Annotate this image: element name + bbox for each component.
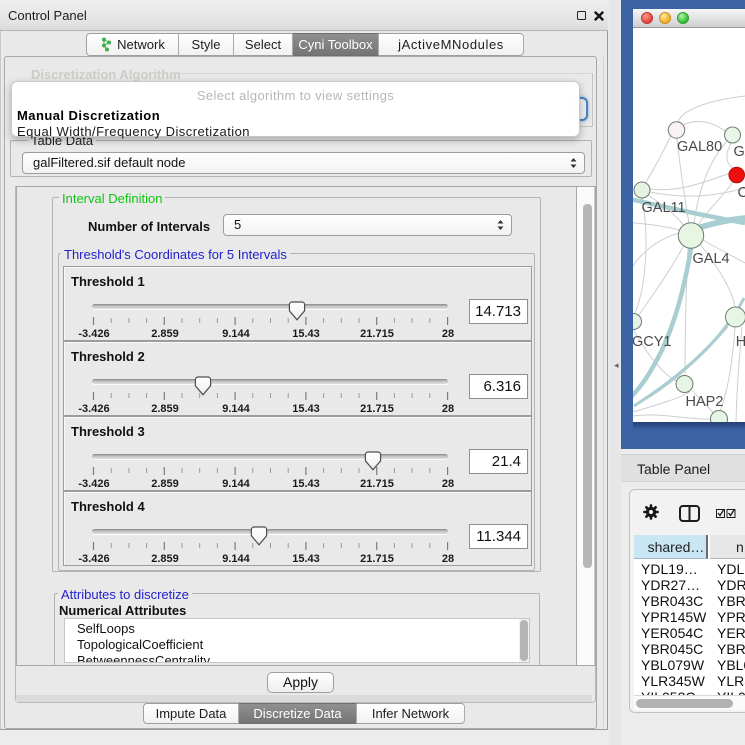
svg-text:GAL4: GAL4 xyxy=(693,251,730,267)
svg-text:C: C xyxy=(738,185,745,201)
svg-text:H: H xyxy=(736,334,745,350)
svg-text:GAL11: GAL11 xyxy=(642,200,686,216)
svg-text:HAP2: HAP2 xyxy=(686,394,724,410)
svg-text:GA: GA xyxy=(734,144,745,160)
svg-text:GAL80: GAL80 xyxy=(677,139,722,155)
svg-text:GCY1: GCY1 xyxy=(633,334,672,350)
